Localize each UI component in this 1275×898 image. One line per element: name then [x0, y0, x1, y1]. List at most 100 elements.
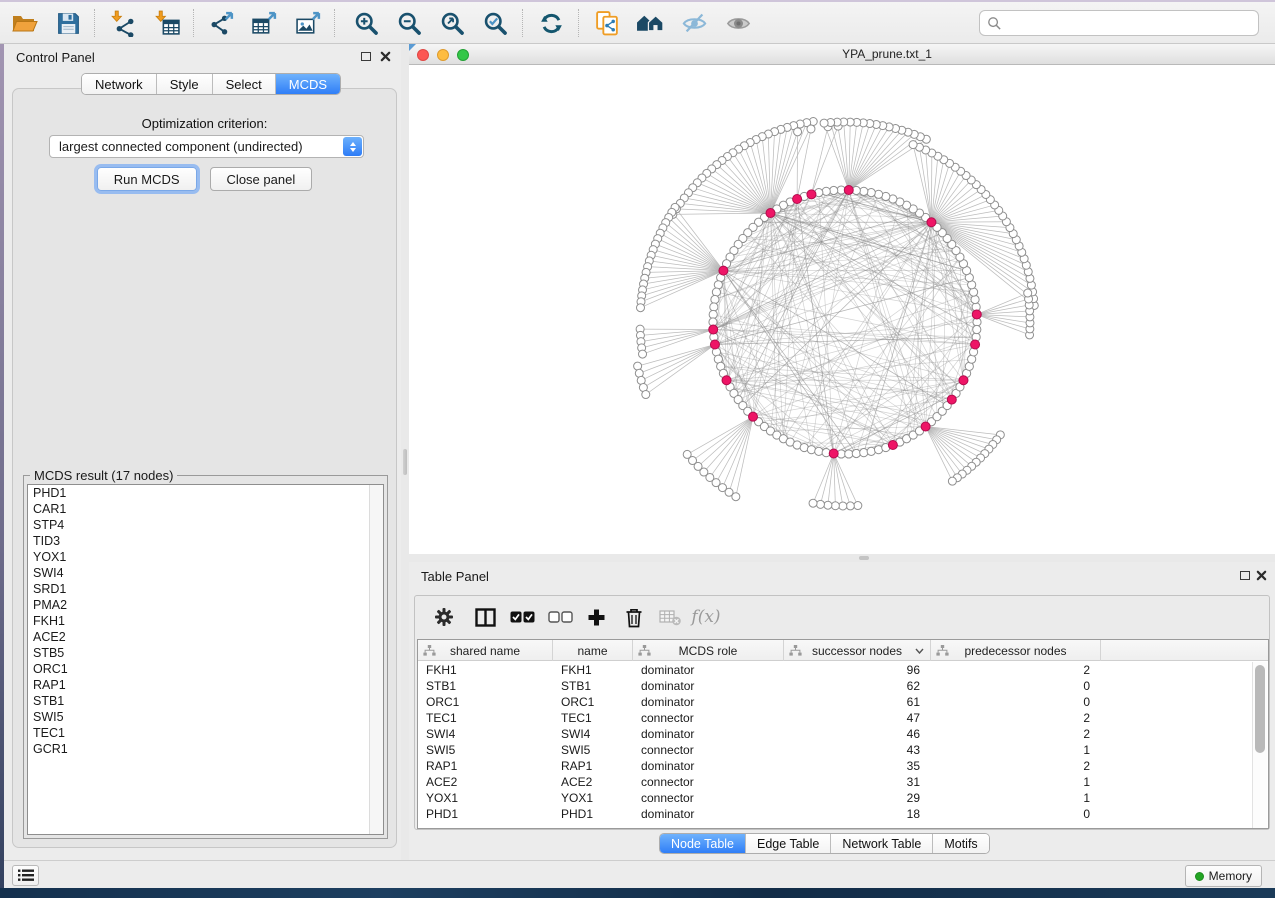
mcds-result-item[interactable]: STP4: [28, 517, 383, 533]
table-row[interactable]: YOX1YOX1connector291: [418, 790, 1268, 806]
select-all-button[interactable]: [507, 603, 537, 631]
table-row[interactable]: RAP1RAP1dominator352: [418, 758, 1268, 774]
close-panel-icon[interactable]: [380, 51, 391, 62]
minimize-window-traffic-light[interactable]: [437, 49, 449, 61]
criterion-dropdown[interactable]: largest connected component (undirected): [49, 135, 364, 158]
eye-slash-icon: [681, 10, 708, 37]
cell-mcds_role: dominator: [633, 758, 784, 774]
close-panel-button[interactable]: Close panel: [210, 167, 313, 191]
export-table-button[interactable]: [246, 6, 282, 40]
vertical-splitter[interactable]: [401, 44, 409, 862]
mcds-result-item[interactable]: SRD1: [28, 581, 383, 597]
table-row[interactable]: TEC1TEC1connector472: [418, 710, 1268, 726]
close-panel-icon[interactable]: [1256, 570, 1267, 581]
refresh-button[interactable]: [533, 6, 569, 40]
close-window-traffic-light[interactable]: [417, 49, 429, 61]
mcds-result-item[interactable]: CAR1: [28, 501, 383, 517]
table-row[interactable]: PHD1PHD1dominator180: [418, 806, 1268, 822]
mcds-result-list[interactable]: PHD1CAR1STP4TID3YOX1SWI4SRD1PMA2FKH1ACE2…: [27, 484, 384, 835]
mcds-result-item[interactable]: FKH1: [28, 613, 383, 629]
run-mcds-button[interactable]: Run MCDS: [97, 167, 197, 191]
mcds-result-item[interactable]: GCR1: [28, 741, 383, 757]
mcds-result-item[interactable]: STB5: [28, 645, 383, 661]
column-label: successor nodes: [812, 644, 902, 658]
open-folder-icon: [10, 11, 38, 35]
zoom-fit-button[interactable]: [434, 6, 470, 40]
network-nodes[interactable]: [634, 117, 1039, 509]
import-table-button[interactable]: [149, 6, 185, 40]
export-network-button[interactable]: [204, 6, 240, 40]
tab-network-table[interactable]: Network Table: [831, 834, 933, 853]
column-header-shared-name[interactable]: shared name: [418, 640, 553, 661]
deselect-all-button[interactable]: [545, 603, 575, 631]
table-scrollbar[interactable]: [1252, 662, 1267, 828]
open-session-button[interactable]: [6, 6, 42, 40]
table-row[interactable]: SWI4SWI4dominator462: [418, 726, 1268, 742]
import-network-button[interactable]: [105, 6, 141, 40]
search-input[interactable]: [979, 10, 1259, 36]
mcds-result-item[interactable]: ORC1: [28, 661, 383, 677]
table-row[interactable]: STB1STB1dominator620: [418, 678, 1268, 694]
tab-motifs[interactable]: Motifs: [933, 834, 988, 853]
show-all-button[interactable]: [720, 6, 756, 40]
function-builder-button[interactable]: f(x): [691, 603, 721, 631]
mcds-result-item[interactable]: RAP1: [28, 677, 383, 693]
float-panel-icon[interactable]: [361, 52, 371, 61]
float-panel-icon[interactable]: [1240, 571, 1250, 580]
scrollbar-thumb[interactable]: [1255, 665, 1265, 753]
tab-network[interactable]: Network: [82, 74, 157, 94]
memory-button[interactable]: Memory: [1185, 865, 1262, 887]
home-button[interactable]: [632, 6, 668, 40]
table-row[interactable]: SWI5SWI5connector431: [418, 742, 1268, 758]
mcds-result-item[interactable]: PMA2: [28, 597, 383, 613]
show-column-button[interactable]: [470, 603, 500, 631]
column-header-predecessor-nodes[interactable]: predecessor nodes: [931, 640, 1101, 661]
mcds-result-item[interactable]: PHD1: [28, 485, 383, 501]
zoom-out-button[interactable]: [391, 6, 427, 40]
column-header-name[interactable]: name: [553, 640, 633, 661]
copy-network-button[interactable]: [589, 6, 625, 40]
table-settings-button[interactable]: [429, 603, 459, 631]
mcds-result-item[interactable]: TEC1: [28, 725, 383, 741]
tab-mcds[interactable]: MCDS: [276, 74, 340, 94]
splitter-grip[interactable]: [403, 449, 407, 475]
column-header-MCDS-role[interactable]: MCDS role: [633, 640, 784, 661]
mcds-result-title: MCDS result (17 nodes): [30, 468, 177, 483]
cell-shared_name: STB1: [418, 678, 553, 694]
column-label: shared name: [450, 644, 520, 658]
cell-shared_name: PHD1: [418, 806, 553, 822]
mcds-result-item[interactable]: SWI5: [28, 709, 383, 725]
tab-select[interactable]: Select: [213, 74, 276, 94]
mcds-result-item[interactable]: SWI4: [28, 565, 383, 581]
horizontal-splitter[interactable]: [409, 554, 1275, 562]
table-header-row: shared name nameMCDS role successor nodes p…: [418, 640, 1268, 661]
copy-network-icon: [594, 10, 621, 37]
table-row[interactable]: FKH1FKH1dominator962: [418, 662, 1268, 678]
hide-selected-button[interactable]: [676, 6, 712, 40]
table-row[interactable]: ACE2ACE2connector311: [418, 774, 1268, 790]
export-image-button[interactable]: [290, 6, 326, 40]
network-window-titlebar[interactable]: YPA_prune.txt_1: [409, 44, 1275, 65]
mcds-result-item[interactable]: YOX1: [28, 549, 383, 565]
tab-style[interactable]: Style: [157, 74, 213, 94]
delete-column-button[interactable]: [619, 603, 649, 631]
mcds-result-item[interactable]: ACE2: [28, 629, 383, 645]
zoom-in-button[interactable]: [348, 6, 384, 40]
network-canvas[interactable]: [409, 65, 1275, 554]
delete-table-button[interactable]: [655, 603, 685, 631]
save-session-button[interactable]: [50, 6, 86, 40]
fx-icon: f(x): [691, 607, 720, 627]
zoom-selected-button[interactable]: [477, 6, 513, 40]
table-row[interactable]: ORC1ORC1dominator610: [418, 694, 1268, 710]
mcds-list-scrollbar[interactable]: [369, 485, 383, 834]
task-history-button[interactable]: [12, 865, 39, 886]
cell-predecessor_nodes: 1: [931, 742, 1101, 758]
column-header-successor-nodes[interactable]: successor nodes: [784, 640, 931, 661]
mcds-result-item[interactable]: TID3: [28, 533, 383, 549]
add-column-button[interactable]: [581, 603, 611, 631]
splitter-grip[interactable]: [859, 556, 869, 560]
zoom-in-icon: [353, 10, 380, 37]
mcds-result-item[interactable]: STB1: [28, 693, 383, 709]
tab-node-table[interactable]: Node Table: [660, 834, 746, 853]
tab-edge-table[interactable]: Edge Table: [746, 834, 831, 853]
